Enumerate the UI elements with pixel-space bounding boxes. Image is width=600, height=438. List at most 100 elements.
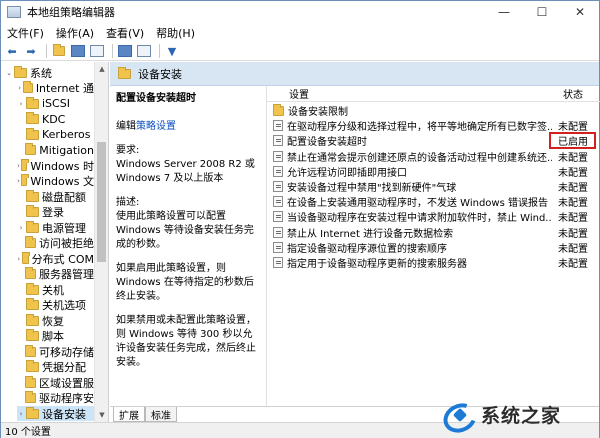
watermark-logo-icon xyxy=(439,396,481,432)
tree-item-label: Kerberos xyxy=(42,128,91,141)
setting-row[interactable]: 指定设备驱动程序源位置的搜索顺序 未配置 xyxy=(267,240,600,255)
tree-item-label: 关机选项 xyxy=(42,299,86,312)
show-hide-tree-icon[interactable] xyxy=(70,44,86,59)
edit-prefix: 编辑 xyxy=(116,121,136,132)
tree-item[interactable]: 登录 xyxy=(17,205,94,220)
column-header-state[interactable]: 状态 xyxy=(563,86,583,101)
setting-row[interactable]: 禁止从 Internet 进行设备元数据检索 未配置 xyxy=(267,225,600,240)
tab-standard[interactable]: 标准 xyxy=(145,407,177,422)
tree-item[interactable]: 服务器管理 xyxy=(17,267,94,282)
expand-arrow-icon[interactable]: › xyxy=(17,410,25,418)
setting-row[interactable]: 允许远程访问即插即用接口 未配置 xyxy=(267,164,600,179)
setting-row[interactable]: 禁止在通常会提示创建还原点的设备活动过程中创建系统还... 未配置 xyxy=(267,149,600,164)
tree-item[interactable]: 驱动程序安 xyxy=(17,391,94,406)
tree-item-label: 磁盘配额 xyxy=(42,190,86,204)
scroll-down-arrow-icon[interactable]: ▼ xyxy=(95,408,109,422)
edit-policy-link[interactable]: 策略设置 xyxy=(136,121,176,132)
expand-arrow-icon[interactable]: › xyxy=(17,255,21,263)
tree-item[interactable]: › Internet 通 xyxy=(17,81,94,96)
setting-state: 未配置 xyxy=(558,259,588,270)
tree-item[interactable]: 恢复 xyxy=(17,313,94,328)
expand-arrow-icon[interactable]: › xyxy=(17,224,25,232)
tree-item[interactable]: 磁盘配额 xyxy=(17,189,94,204)
setting-row[interactable]: 当设备驱动程序在安装过程中请求附加软件时，禁止 Wind... 未配置 xyxy=(267,209,600,224)
column-header-setting[interactable]: 设置 xyxy=(289,86,309,101)
tree-scrollbar[interactable]: ▲ ▼ xyxy=(94,62,108,422)
tree-item-label: 登录 xyxy=(42,206,64,219)
expand-arrow-icon[interactable]: › xyxy=(17,84,22,92)
menu-action[interactable]: 操作(A) xyxy=(50,25,100,41)
policy-setting-icon xyxy=(273,120,283,132)
tree-item[interactable]: 凭据分配 xyxy=(17,360,94,375)
properties-icon[interactable] xyxy=(136,44,152,59)
menu-view[interactable]: 查看(V) xyxy=(100,25,150,41)
setting-state: 未配置 xyxy=(558,122,588,134)
setting-name: 指定用于设备驱动程序更新的搜索服务器 xyxy=(287,259,467,270)
setting-row[interactable]: 安装设备过程中禁用"找到新硬件"气球 未配置 xyxy=(267,179,600,194)
tree-item[interactable]: 访问被拒绝 xyxy=(17,236,94,251)
watermark-text: 系统之家 xyxy=(481,404,562,427)
help-icon[interactable] xyxy=(117,44,133,59)
tree-item-label: 区域设置服 xyxy=(39,376,94,390)
navigation-tree: ⌄ 系统 › Internet 通 › iSCSI KDC Kerberos Mitigatio… xyxy=(1,62,109,422)
tree-item[interactable]: 可移动存储 xyxy=(17,344,94,359)
tree-item[interactable]: › 设备安装 xyxy=(17,406,94,421)
tree-item-label: 恢复 xyxy=(42,314,64,328)
menu-file[interactable]: 文件(F) xyxy=(1,25,50,41)
filter-icon[interactable]: ▼ xyxy=(164,44,180,59)
tree-item[interactable]: › iSCSI xyxy=(17,96,94,111)
export-list-icon[interactable] xyxy=(89,44,105,59)
toolbar: ⬅ ➡ ▼ xyxy=(1,42,599,61)
tree-item[interactable]: Mitigation xyxy=(17,143,94,158)
forward-arrow-icon[interactable]: ➡ xyxy=(23,44,39,59)
setting-row[interactable]: 在驱动程序分级和选择过程中，将平等地确定所有已数字签... 未配置 xyxy=(267,118,600,133)
toolbar-separator xyxy=(159,44,160,58)
tree-item[interactable]: 区域设置服 xyxy=(17,375,94,390)
setting-row[interactable]: 在设备上安装通用驱动程序时，不发送 Windows 错误报告 未配置 xyxy=(267,194,600,209)
folder-icon xyxy=(26,329,39,341)
expand-arrow-icon[interactable]: › xyxy=(17,177,20,185)
tree-item-label: Internet 通 xyxy=(35,82,94,95)
tree-item[interactable]: 关机选项 xyxy=(17,298,94,313)
tree-item[interactable]: 脚本 xyxy=(17,329,94,344)
folder-icon xyxy=(24,236,36,248)
back-arrow-icon[interactable]: ⬅ xyxy=(4,44,20,59)
status-text: 10 个设置 xyxy=(5,427,51,438)
close-button[interactable]: ✕ xyxy=(561,1,599,23)
tree-item[interactable]: › Windows 文 xyxy=(17,174,94,189)
toolbar-separator xyxy=(46,44,47,58)
policy-setting-icon xyxy=(273,211,283,223)
folder-icon xyxy=(24,267,36,279)
folder-icon xyxy=(26,127,39,140)
folder-icon xyxy=(26,205,39,217)
tree-item[interactable]: › Windows 时 xyxy=(17,158,94,173)
content-header: 设备安装 xyxy=(110,62,599,86)
setting-name: 安装设备过程中禁用"找到新硬件"气球 xyxy=(287,183,457,194)
expand-arrow-icon[interactable]: › xyxy=(17,162,20,170)
tree-item[interactable]: KDC xyxy=(17,112,94,127)
setting-row[interactable]: 指定用于设备驱动程序更新的搜索服务器 未配置 xyxy=(267,255,600,270)
folder-icon xyxy=(21,158,30,171)
setting-name: 在设备上安装通用驱动程序时，不发送 Windows 错误报告 xyxy=(287,198,548,210)
scroll-thumb[interactable] xyxy=(97,142,106,262)
expand-arrow-icon[interactable]: › xyxy=(17,100,25,108)
tree-item[interactable]: › 分布式 COM xyxy=(17,251,94,266)
tree-item[interactable]: Kerberos xyxy=(17,127,94,142)
tree-item[interactable]: › 电源管理 xyxy=(17,220,94,235)
tree-item-label: Windows 时 xyxy=(30,159,94,173)
maximize-button[interactable]: ☐ xyxy=(523,1,561,23)
up-folder-icon[interactable] xyxy=(51,44,67,59)
minimize-button[interactable]: — xyxy=(485,1,523,23)
tree-item-label: 关机 xyxy=(42,283,64,297)
settings-folder-row[interactable]: 设备安装限制 xyxy=(267,103,600,118)
setting-row[interactable]: 配置设备安装超时 已启用 xyxy=(267,133,600,148)
scroll-up-arrow-icon[interactable]: ▲ xyxy=(95,62,109,76)
requirements-text: Windows Server 2008 R2 或 Windows 7 及以上版本 xyxy=(116,159,255,184)
tree-item[interactable]: 关机 xyxy=(17,282,94,297)
tree-item[interactable]: ⌄ 系统 xyxy=(5,65,94,80)
folder-icon xyxy=(26,298,39,310)
tab-extended[interactable]: 扩展 xyxy=(113,407,145,422)
expand-arrow-icon[interactable]: ⌄ xyxy=(5,69,13,77)
title-bar: 本地组策略编辑器 — ☐ ✕ xyxy=(1,1,599,23)
menu-help[interactable]: 帮助(H) xyxy=(150,25,201,41)
